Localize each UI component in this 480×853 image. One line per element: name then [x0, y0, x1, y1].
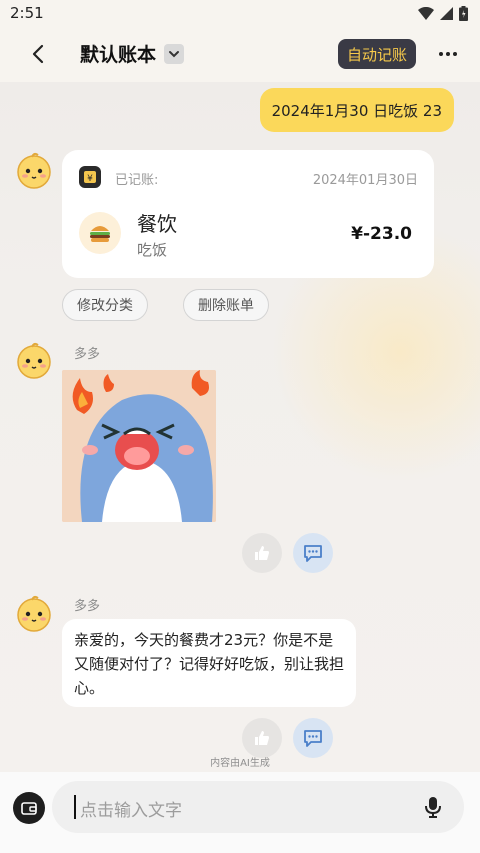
ledger-selector[interactable]: 默认账本	[80, 40, 185, 67]
app-header: 默认账本 自动记账	[0, 26, 480, 82]
input-bar: 点击输入文字	[0, 772, 480, 853]
edit-category-button[interactable]: 修改分类	[62, 289, 148, 321]
wifi-icon	[418, 6, 434, 20]
status-time: 2:51	[10, 4, 44, 22]
chat-bubble-icon	[304, 730, 322, 747]
more-dot-icon	[439, 52, 443, 56]
status-bar: 2:51	[0, 0, 480, 26]
chat-bubble-icon	[304, 545, 322, 562]
message-input[interactable]: 点击输入文字	[52, 781, 464, 833]
bot-name: 多多	[74, 599, 101, 614]
input-placeholder: 点击输入文字	[80, 801, 182, 821]
bot-avatar[interactable]	[15, 594, 53, 632]
chevron-down-icon	[164, 43, 185, 64]
chat-area[interactable]: 2024年1月30 日吃饭 23 ¥ 已记账: 2024年01月30日 餐饮 吃…	[0, 82, 480, 772]
record-note: 吃饭	[137, 241, 168, 259]
wallet-button[interactable]	[13, 792, 45, 824]
page-title: 默认账本	[80, 44, 157, 66]
wallet-icon	[21, 802, 37, 815]
record-amount: ¥-23.0	[351, 224, 412, 244]
status-icons	[418, 5, 468, 21]
voice-input-button[interactable]	[420, 794, 446, 820]
signal-icon	[440, 6, 453, 20]
svg-text:¥: ¥	[87, 174, 93, 184]
bot-reply-text: 亲爱的，今天的餐费才23元？你是不是又随便对付了？记得好好吃饭，别让我担心。	[74, 631, 345, 697]
comment-button[interactable]	[293, 718, 333, 758]
text-cursor	[74, 795, 76, 819]
user-message-bubble[interactable]: 2024年1月30 日吃饭 23	[259, 88, 454, 132]
comment-button[interactable]	[293, 533, 333, 573]
like-button[interactable]	[242, 718, 282, 758]
bot-avatar[interactable]	[15, 341, 53, 379]
microphone-icon	[425, 797, 441, 818]
record-status: 已记账:	[115, 173, 159, 188]
user-message-text: 2024年1月30 日吃饭 23	[271, 101, 442, 120]
burger-icon	[79, 212, 121, 254]
record-date: 2024年01月30日	[312, 173, 418, 188]
like-button[interactable]	[242, 533, 282, 573]
chevron-left-icon	[32, 44, 44, 64]
expense-record-card[interactable]: ¥ 已记账: 2024年01月30日 餐饮 吃饭 ¥-23.0	[62, 150, 434, 278]
bot-reply-bubble[interactable]: 亲爱的，今天的餐费才23元？你是不是又随便对付了？记得好好吃饭，别让我担心。	[62, 619, 356, 707]
bot-avatar[interactable]	[15, 151, 53, 189]
delete-record-button[interactable]: 删除账单	[183, 289, 269, 321]
battery-icon	[459, 5, 468, 21]
thumbs-up-icon	[255, 731, 269, 745]
angry-sticker-image[interactable]	[62, 370, 216, 522]
bot-name: 多多	[74, 347, 101, 362]
auto-bookkeeping-button[interactable]: 自动记账	[338, 39, 416, 69]
ledger-icon: ¥	[79, 166, 101, 188]
more-options-button[interactable]	[434, 40, 462, 68]
category-name: 餐饮	[137, 212, 177, 236]
back-button[interactable]	[22, 38, 54, 70]
ai-generated-notice: 内容由AI生成	[210, 758, 270, 769]
thumbs-up-icon	[255, 546, 269, 560]
